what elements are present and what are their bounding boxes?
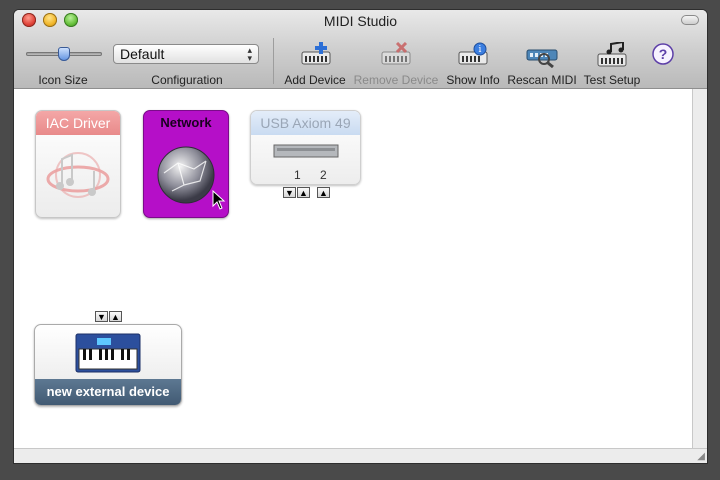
test-setup-label[interactable]: Test Setup [581, 73, 643, 87]
toolbar-separator [273, 38, 274, 84]
keyboard-device-icon [273, 144, 339, 158]
usb-port-2-in-arrow[interactable]: ▲ [317, 187, 330, 198]
toolbar-toggle-button[interactable] [681, 15, 699, 25]
usb-axiom-label: USB Axiom 49 [251, 111, 360, 135]
title-bar: MIDI Studio Icon Size Default ▴ ▾ Configu… [14, 10, 707, 89]
configuration-value: Default [120, 46, 165, 62]
icon-size-slider-thumb[interactable] [58, 47, 70, 61]
svg-text:i: i [479, 45, 482, 55]
iac-driver-device[interactable]: IAC Driver [35, 110, 121, 218]
external-out-arrow[interactable]: ▼ [95, 311, 108, 322]
usb-port-1-out-arrow[interactable]: ▼ [283, 187, 296, 198]
synth-keyboard-icon [75, 333, 141, 373]
vertical-scrollbar[interactable] [692, 89, 707, 449]
music-notes-icon [46, 152, 110, 198]
usb-port-2-label: 2 [320, 168, 327, 182]
remove-device-label[interactable]: Remove Device [353, 73, 439, 87]
add-device-label[interactable]: Add Device [284, 73, 346, 87]
popup-arrows-icon: ▴ ▾ [247, 45, 252, 63]
resize-grip-icon[interactable]: ◢ [697, 451, 705, 462]
help-glyph: ? [659, 46, 668, 62]
help-button[interactable]: ? [652, 43, 674, 65]
remove-device-icon[interactable] [381, 42, 411, 68]
rescan-midi-label[interactable]: Rescan MIDI [507, 73, 577, 87]
usb-port-1-in-arrow[interactable]: ▲ [297, 187, 310, 198]
external-in-arrow[interactable]: ▲ [109, 311, 122, 322]
configuration-popup[interactable]: Default ▴ ▾ [113, 44, 259, 64]
iac-driver-label: IAC Driver [36, 111, 120, 135]
usb-port-1-label: 1 [294, 168, 301, 182]
icon-size-slider[interactable] [26, 47, 102, 61]
horizontal-scrollbar[interactable]: ◢ [14, 448, 707, 463]
mouse-pointer-icon [212, 190, 226, 210]
add-device-icon[interactable] [301, 42, 331, 68]
window-title: MIDI Studio [323, 13, 398, 29]
usb-axiom-device[interactable]: USB Axiom 49 1 2 [250, 110, 361, 185]
test-setup-icon[interactable] [597, 42, 627, 68]
network-label: Network [160, 115, 212, 130]
show-info-label[interactable]: Show Info [443, 73, 503, 87]
icon-size-label: Icon Size [38, 73, 88, 87]
external-device[interactable]: new external device [34, 324, 182, 406]
rescan-midi-icon[interactable] [526, 42, 558, 68]
show-info-icon[interactable]: i [458, 42, 488, 68]
external-device-label: new external device [35, 379, 181, 405]
configuration-label: Configuration [151, 73, 223, 87]
